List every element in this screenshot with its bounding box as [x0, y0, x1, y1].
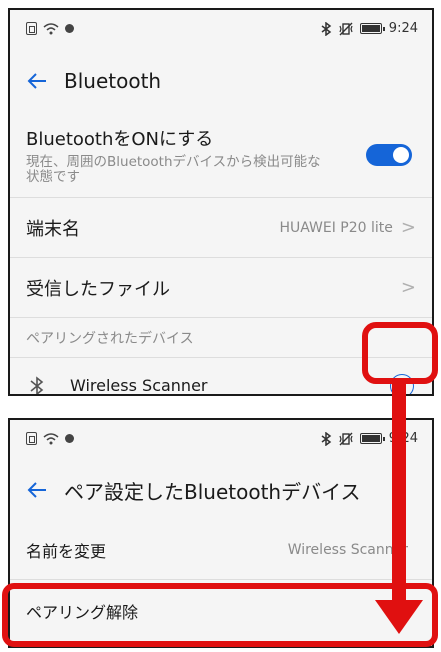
device-name-label: 端末名: [26, 218, 80, 240]
vibrate-icon: [339, 432, 353, 445]
back-button[interactable]: [10, 50, 64, 112]
bluetooth-toggle-label: BluetoothをONにする: [26, 128, 214, 150]
app-bar: ペア設定したBluetoothデバイス: [10, 460, 432, 520]
vibrate-icon: [339, 22, 353, 35]
bluetooth-status-icon: [321, 21, 332, 36]
sim-card-icon: [26, 432, 37, 445]
notification-dot-icon: [65, 434, 74, 443]
paired-devices-header: ペアリングされたデバイス: [10, 318, 432, 358]
sim-card-icon: [26, 22, 37, 35]
bluetooth-toggle-row[interactable]: BluetoothをONにする 現在、周囲のBluetoothデバイスから検出可…: [10, 112, 432, 198]
rename-label: 名前を変更: [26, 541, 107, 561]
instruction-arrow-head: [375, 600, 423, 634]
received-files-label: 受信したファイル: [26, 278, 170, 300]
unpair-label: ペアリング解除: [26, 602, 139, 622]
device-name-value: HUAWEI P20 lite: [279, 219, 393, 236]
instruction-arrow: [392, 382, 406, 604]
back-button[interactable]: [10, 459, 64, 521]
received-files-row[interactable]: 受信したファイル >: [10, 258, 432, 318]
back-arrow-icon: [27, 73, 46, 89]
device-name-row[interactable]: 端末名 HUAWEI P20 lite >: [10, 198, 432, 258]
status-time: 9:24: [388, 21, 418, 36]
rename-value: Wireless Scanner: [287, 541, 408, 558]
bluetooth-status-icon: [321, 431, 332, 446]
paired-device-settings-screen: 9:24 ペア設定したBluetoothデバイス 名前を変更 Wireless …: [8, 418, 434, 648]
wifi-icon: [43, 22, 59, 34]
bluetooth-settings-screen: 9:24 Bluetooth BluetoothをONにする 現在、周囲のBlu…: [8, 8, 434, 396]
app-bar: Bluetooth: [10, 50, 432, 112]
bluetooth-visibility-description: 現在、周囲のBluetoothデバイスから検出可能な状態です: [26, 153, 321, 185]
battery-icon: [359, 433, 385, 444]
notification-dot-icon: [65, 24, 74, 33]
status-bar: 9:24: [10, 420, 432, 460]
page-title: ペア設定したBluetoothデバイス: [64, 479, 361, 504]
chevron-right-icon: >: [400, 277, 416, 298]
paired-device-name: Wireless Scanner: [70, 376, 208, 395]
chevron-right-icon: >: [400, 217, 416, 238]
back-arrow-icon: [27, 482, 46, 498]
battery-icon: [359, 23, 385, 34]
paired-device-row[interactable]: Wireless Scanner i: [10, 358, 432, 395]
rename-row[interactable]: 名前を変更 Wireless Scanner: [10, 520, 432, 580]
bluetooth-icon: [26, 375, 48, 394]
wifi-icon: [43, 432, 59, 444]
bluetooth-switch[interactable]: [366, 144, 412, 166]
page-title: Bluetooth: [64, 69, 162, 93]
status-bar: 9:24: [10, 10, 432, 50]
switch-knob: [393, 147, 409, 163]
unpair-row[interactable]: ペアリング解除 >: [10, 580, 432, 642]
